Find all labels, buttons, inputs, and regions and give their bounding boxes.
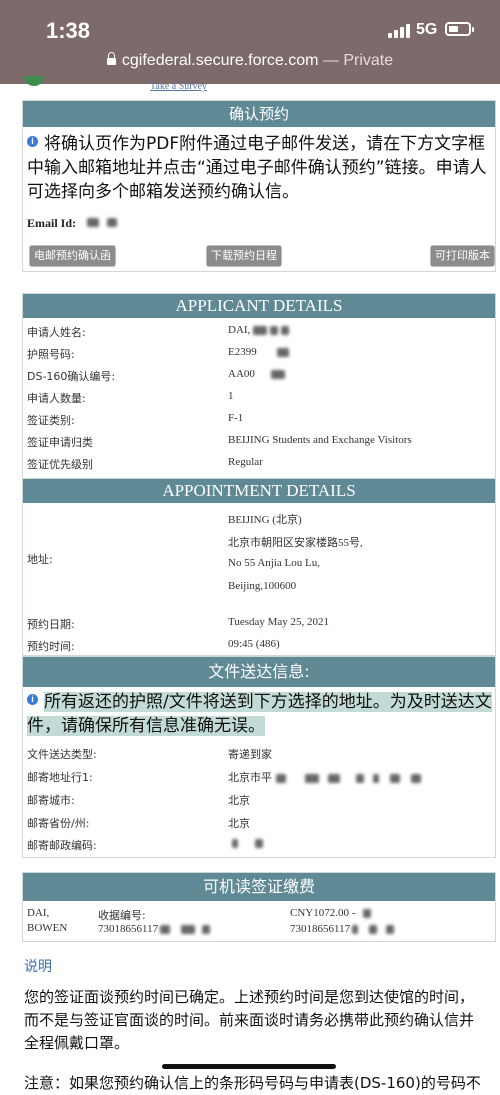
download-schedule-button[interactable]: 下载预约日程 (206, 245, 282, 267)
visa-priority-label: 签证优先级别 (27, 458, 93, 471)
printable-version-button[interactable]: 可打印版本 (430, 245, 495, 267)
browser-top-bar: 1:38 5G cgifederal.secure.force.com — Pr… (0, 0, 500, 84)
date-value: Tuesday May 25, 2021 (228, 616, 330, 628)
address-line-2: 北京市朝阳区安家楼路55号, (228, 537, 363, 549)
applicant-card: APPLICANT DETAILS 申请人姓名: DAI, 护照号码: E239… (22, 293, 496, 481)
network-label: 5G (416, 21, 438, 38)
status-time: 1:38 (46, 18, 91, 43)
note-text: 注意：如果您预约确认信上的条形码号码与申请表(DS-160)的号码不 (24, 1074, 481, 1092)
email-confirmation-button[interactable]: 电邮预约确认函 (29, 245, 116, 267)
mailing-postcode-label: 邮寄邮政编码: (27, 839, 97, 852)
home-indicator[interactable] (162, 1064, 336, 1069)
address-line-3: No 55 Anjia Lou Lu, (228, 557, 320, 569)
confirm-notice: i 将确认页作为PDF附件通过电子邮件发送，请在下方文字框中输入邮箱地址并点击“通… (27, 134, 487, 202)
explanation-paragraph: 您的签证面谈预约时间已确定。上述预约时间是您到达使馆的时间，而不是与签证官面谈的… (24, 988, 475, 1052)
delivery-type-value: 寄递到家 (228, 749, 272, 761)
mailing-city-value: 北京 (228, 795, 250, 807)
applicant-title: APPLICANT DETAILS (23, 294, 495, 318)
ds160-value: AA00 (228, 368, 285, 380)
mailing-postcode-value (228, 837, 263, 849)
passport-label: 护照号码: (27, 348, 75, 361)
fee-name-line2: BOWEN (27, 922, 68, 934)
passport-value: E2399 (228, 346, 289, 358)
logo-icon (24, 76, 44, 86)
visa-type-value: F-1 (228, 412, 244, 424)
appointment-card: APPOINTMENT DETAILS 地址: BEIJING (北京) 北京市… (22, 478, 496, 656)
battery-icon (445, 22, 474, 36)
fee-title: 可机读签证缴费 (23, 873, 495, 901)
email-label: Email Id: (27, 216, 77, 230)
confirm-title: 确认预约 (23, 101, 495, 127)
email-input[interactable] (77, 213, 177, 231)
ds160-label: DS-160确认编号: (27, 370, 116, 383)
applicant-count-label: 申请人数量: (27, 392, 86, 405)
survey-link[interactable]: Take a Survey (150, 81, 207, 92)
info-icon: i (27, 136, 38, 147)
explanation-heading: 说明 (24, 959, 52, 975)
receipt-value: 73018656117 (98, 923, 210, 935)
amount-line1: CNY1072.00 - (290, 907, 372, 919)
mailing-address-label: 邮寄地址行1: (27, 771, 93, 784)
time-value: 09:45 (486) (228, 638, 280, 650)
address-bar[interactable]: cgifederal.secure.force.com — Private (0, 52, 500, 70)
lock-icon (106, 52, 116, 65)
fee-name-line1: DAI, (27, 907, 50, 919)
fee-card: 可机读签证缴费 DAI, BOWEN 收据编号: 73018656117 CNY… (22, 872, 496, 942)
delivery-notice: i 所有返还的护照/文件将送到下方选择的地址。为及时送达文件，请确保所有信息准确无… (27, 692, 492, 736)
visa-type-label: 签证类别: (27, 414, 75, 427)
signal-icon (388, 24, 410, 38)
mailing-address-value: 北京市平 (228, 769, 421, 785)
mailing-city-label: 邮寄城市: (27, 794, 75, 807)
receipt-label: 收据编号: (98, 909, 146, 922)
time-label: 预约时间: (27, 640, 75, 653)
amount-line2: 73018656117 (290, 923, 394, 935)
url-text: cgifederal.secure.force.com (121, 52, 319, 69)
applicant-name-value: DAI, (228, 324, 289, 336)
address-line-1: BEIJING (北京) (228, 514, 302, 526)
delivery-title: 文件送达信息: (23, 657, 495, 687)
appointment-title: APPOINTMENT DETAILS (23, 479, 495, 503)
info-icon: i (27, 694, 38, 705)
applicant-count-value: 1 (228, 390, 234, 402)
private-label: Private (343, 52, 394, 69)
applicant-name-label: 申请人姓名: (27, 326, 86, 339)
mailing-province-label: 邮寄省份/州: (27, 817, 90, 830)
visa-category-label: 签证申请归类 (27, 436, 93, 449)
delivery-type-label: 文件送达类型: (27, 748, 97, 761)
delivery-card: 文件送达信息: i 所有返还的护照/文件将送到下方选择的地址。为及时送达文件，请确… (22, 656, 496, 858)
visa-priority-value: Regular (228, 456, 263, 468)
address-label: 地址: (27, 553, 53, 566)
visa-category-value: BEIJING Students and Exchange Visitors (228, 434, 412, 446)
address-line-4: Beijing,100600 (228, 580, 297, 592)
mailing-province-value: 北京 (228, 818, 250, 830)
confirm-card: 确认预约 i 将确认页作为PDF附件通过电子邮件发送，请在下方文字框中输入邮箱地址… (22, 100, 496, 272)
date-label: 预约日期: (27, 618, 75, 631)
